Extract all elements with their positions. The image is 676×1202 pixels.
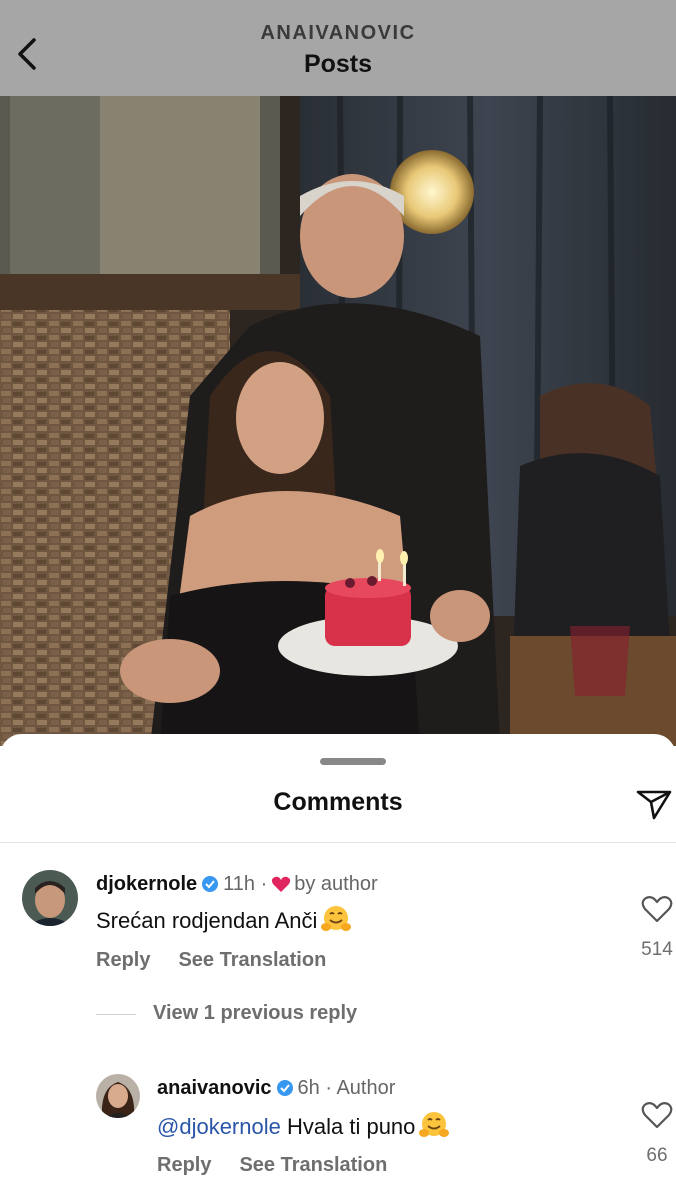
post-photo[interactable] xyxy=(0,96,676,746)
author-label: Author xyxy=(336,1077,396,1099)
reply-button[interactable]: Reply xyxy=(96,949,150,971)
verified-badge-icon xyxy=(201,875,219,899)
reply-time: 6h xyxy=(297,1077,320,1099)
see-translation-button[interactable]: See Translation xyxy=(178,949,326,971)
like-heart-icon[interactable] xyxy=(641,894,673,924)
mention-link[interactable]: @djokernole xyxy=(157,1114,281,1139)
hugging-face-emoji-icon xyxy=(321,904,352,940)
comment-text: Srećan rodjendan Anči xyxy=(96,908,318,933)
profile-username: ANAIVANOVIC xyxy=(260,22,416,44)
see-translation-button[interactable]: See Translation xyxy=(239,1154,387,1176)
divider xyxy=(0,842,676,843)
comments-title: Comments xyxy=(273,788,403,816)
top-navigation-bar: ANAIVANOVIC Posts xyxy=(0,0,676,96)
heart-filled-icon xyxy=(271,875,291,899)
separator-dot: · xyxy=(319,1077,337,1099)
page-title: Posts xyxy=(303,50,373,78)
liked-by-author-label: by author xyxy=(294,873,378,895)
hugging-face-emoji-icon xyxy=(419,1110,450,1146)
reply-button[interactable]: Reply xyxy=(157,1154,211,1176)
comments-sheet: Comments djokernole 11h · by author Srećan… xyxy=(0,734,676,1202)
comment-time: 11h xyxy=(223,873,256,895)
avatar[interactable] xyxy=(96,1074,140,1118)
like-count: 66 xyxy=(646,1145,668,1166)
sheet-drag-handle[interactable] xyxy=(320,758,386,765)
comment-username[interactable]: djokernole xyxy=(96,873,197,895)
send-icon[interactable] xyxy=(634,784,674,824)
like-count: 514 xyxy=(641,939,673,960)
view-previous-replies-button[interactable]: View 1 previous reply xyxy=(153,1002,357,1025)
thread-line xyxy=(96,1014,136,1015)
reply-username[interactable]: anaivanovic xyxy=(157,1077,272,1099)
verified-badge-icon xyxy=(276,1079,294,1103)
reply-text: Hvala ti puno xyxy=(286,1114,416,1139)
avatar[interactable] xyxy=(22,870,78,926)
view-previous-replies-label: View 1 previous reply xyxy=(153,1002,358,1024)
like-heart-icon[interactable] xyxy=(641,1100,673,1130)
separator-dot: · xyxy=(255,873,268,895)
